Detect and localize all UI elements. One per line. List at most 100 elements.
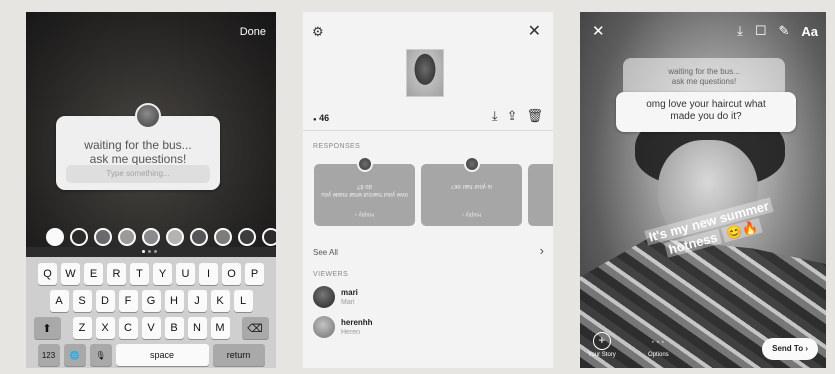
avatar [356,156,373,172]
story-thumbnail[interactable] [406,49,444,97]
reply-link[interactable]: Reply › [425,210,518,218]
letter-key[interactable]: C [118,317,138,339]
letter-key[interactable]: L [233,290,253,312]
response-text: is your hair ok? [451,183,492,189]
more-icon: ··· [650,334,666,348]
color-swatch[interactable] [46,228,64,246]
pager-dot [148,250,151,253]
color-swatch[interactable] [70,228,88,246]
letter-key[interactable]: Q [38,263,57,285]
options-button[interactable]: ··· Options [648,334,669,358]
letter-key[interactable]: R [107,263,126,285]
letter-key[interactable]: E [84,263,103,285]
reply-link[interactable]: Reply › [318,210,411,218]
answer-input[interactable]: Type something... [66,165,210,183]
letter-key[interactable]: V [141,317,161,339]
letter-key[interactable]: A [49,290,69,312]
viewers-heading: VIEWERS [313,271,349,278]
color-swatch[interactable] [190,228,208,246]
done-button[interactable]: Done [240,26,266,38]
download-icon[interactable]: ⤓ [737,23,743,39]
add-icon: + [592,332,611,350]
text-tool-button[interactable]: Aa [801,24,818,39]
gear-icon[interactable]: ⚙ [312,24,324,40]
story-reply-panel: ✕ ⤓ ☐ ✎ Aa waiting for the bus... ask me… [580,12,826,368]
your-story-button[interactable]: + Your Story [588,332,616,358]
color-swatch[interactable] [94,228,112,246]
chevron-right-icon[interactable]: › [540,243,544,258]
color-swatch[interactable] [214,228,232,246]
response-card[interactable]: love your haircut what made you do it? R… [314,156,415,226]
response-card[interactable]: is your hair ok? Reply › [421,156,522,226]
letter-key[interactable]: Z [72,317,92,339]
backspace-key[interactable]: ⌫ [241,317,269,339]
letter-key[interactable]: Y [153,263,172,285]
send-to-button[interactable]: Send To › [762,338,818,360]
avatar [135,103,161,129]
microphone-icon[interactable]: 🎙 [89,344,112,366]
question-sticker[interactable]: waiting for the bus... ask me questions!… [56,103,220,190]
letter-key[interactable]: J [187,290,207,312]
letter-key[interactable]: H [164,290,184,312]
letter-key[interactable]: U [176,263,195,285]
swatch-pager [142,250,157,253]
letter-key[interactable]: S [72,290,92,312]
close-icon[interactable]: ✕ [528,21,541,41]
keyboard: QWERTYUIOP ASDFGHJKL ⬆ ZXCVBNM ⌫ 123 🌐 🎙… [26,257,276,368]
letter-key[interactable]: B [164,317,184,339]
close-icon[interactable]: ✕ [592,22,605,40]
letter-key[interactable]: X [95,317,115,339]
letter-key[interactable]: O [222,263,241,285]
letter-key[interactable]: G [141,290,161,312]
view-count-number: 46 [319,113,330,123]
color-swatches [46,228,276,246]
reply-sticker[interactable]: omg love your haircut what made you do i… [616,92,796,132]
viewer-row[interactable]: herenhh Heren [313,316,373,338]
see-all-link[interactable]: See All [313,248,338,257]
response-text: love your haircut what made you do it? [321,183,408,197]
color-swatch[interactable] [142,228,160,246]
story-tools: ⤓ ☐ ✎ Aa [737,23,818,39]
globe-icon[interactable]: 🌐 [63,344,86,366]
trash-icon[interactable]: 🗑 [526,108,543,124]
keyboard-row-3-keys: ZXCVBNM [72,317,230,339]
share-icon[interactable]: ⇪ [507,108,518,124]
pen-icon[interactable]: ✎ [778,23,789,39]
options-label: Options [648,352,669,358]
color-swatch[interactable] [166,228,184,246]
letter-key[interactable]: P [245,263,264,285]
pager-dot [154,250,157,253]
color-swatch[interactable] [262,228,276,246]
avatar [463,156,480,172]
letter-key[interactable]: F [118,290,138,312]
question-composer-panel: Done waiting for the bus... ask me quest… [26,12,276,368]
chevron-right-icon: › [805,344,808,353]
shift-key[interactable]: ⬆ [33,317,61,339]
viewer-fullname: Heren [341,328,361,336]
letter-key[interactable]: T [130,263,149,285]
responses-heading: RESPONSES [313,143,361,150]
letter-key[interactable]: I [199,263,218,285]
space-key[interactable]: space [115,344,209,366]
letter-key[interactable]: K [210,290,230,312]
question-text[interactable]: waiting for the bus... ask me questions! [56,138,220,166]
view-count[interactable]: ● 46 [313,113,329,123]
return-key[interactable]: return [212,344,265,366]
story-actions: ⤓ ⇪ 🗑 [492,108,543,124]
letter-key[interactable]: D [95,290,115,312]
letter-key[interactable]: W [61,263,80,285]
download-icon[interactable]: ⤓ [492,108,498,124]
viewer-row[interactable]: mari Mari [313,286,358,308]
viewer-username: mari [341,287,358,297]
color-swatch[interactable] [118,228,136,246]
letter-key[interactable]: N [187,317,207,339]
keyboard-row-2-keys: ASDFGHJKL [49,290,253,312]
letter-key[interactable]: M [210,317,230,339]
pager-dot [142,250,145,253]
response-card-partial[interactable] [528,164,553,226]
keyboard-row-3: ⬆ ZXCVBNM ⌫ [26,317,276,339]
numbers-key[interactable]: 123 [37,344,60,366]
viewer-username: herenhh [341,317,373,327]
sticker-icon[interactable]: ☐ [755,23,767,39]
color-swatch[interactable] [238,228,256,246]
